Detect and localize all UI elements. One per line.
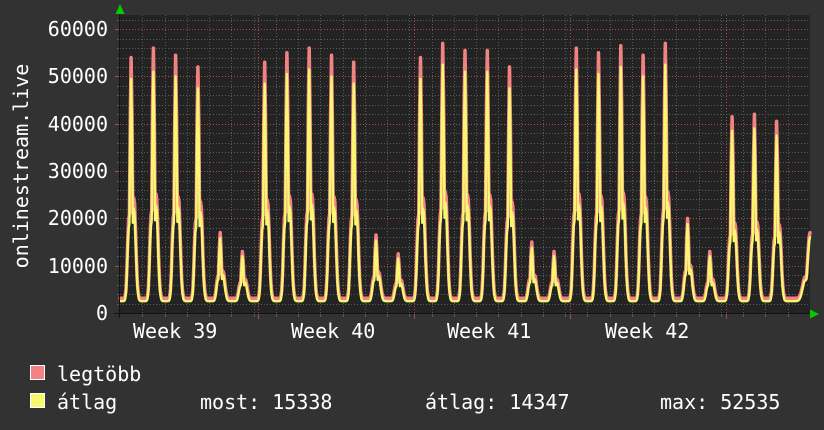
y-tick-0: 0 bbox=[95, 301, 108, 325]
y-axis-arrow-icon bbox=[115, 4, 125, 14]
legend-swatch-legtobb bbox=[30, 365, 45, 380]
x-tick-week-42: Week 42 bbox=[605, 319, 690, 343]
y-tick-10000: 10000 bbox=[47, 254, 108, 278]
x-tick-week-40: Week 40 bbox=[291, 319, 376, 343]
legend-label-legtobb: legtöbb bbox=[57, 362, 142, 386]
legend-label-atlag: átlag bbox=[57, 390, 118, 414]
y-tick-60000: 60000 bbox=[47, 17, 108, 41]
y-tick-40000: 40000 bbox=[47, 112, 108, 136]
stat-most: most: 15338 bbox=[200, 390, 333, 414]
rrd-graph-window: onlinestream.live 60000 50000 40000 3000… bbox=[0, 0, 824, 430]
y-tick-30000: 30000 bbox=[47, 159, 108, 183]
legend-swatch-atlag bbox=[30, 393, 45, 408]
y-tick-50000: 50000 bbox=[47, 64, 108, 88]
x-tick-week-41: Week 41 bbox=[447, 319, 532, 343]
stat-max: max: 52535 bbox=[660, 390, 781, 414]
x-tick-week-39: Week 39 bbox=[133, 319, 218, 343]
x-axis-arrow-icon bbox=[810, 309, 819, 319]
y-tick-20000: 20000 bbox=[47, 206, 108, 230]
stat-atlag: átlag: 14347 bbox=[425, 390, 570, 414]
